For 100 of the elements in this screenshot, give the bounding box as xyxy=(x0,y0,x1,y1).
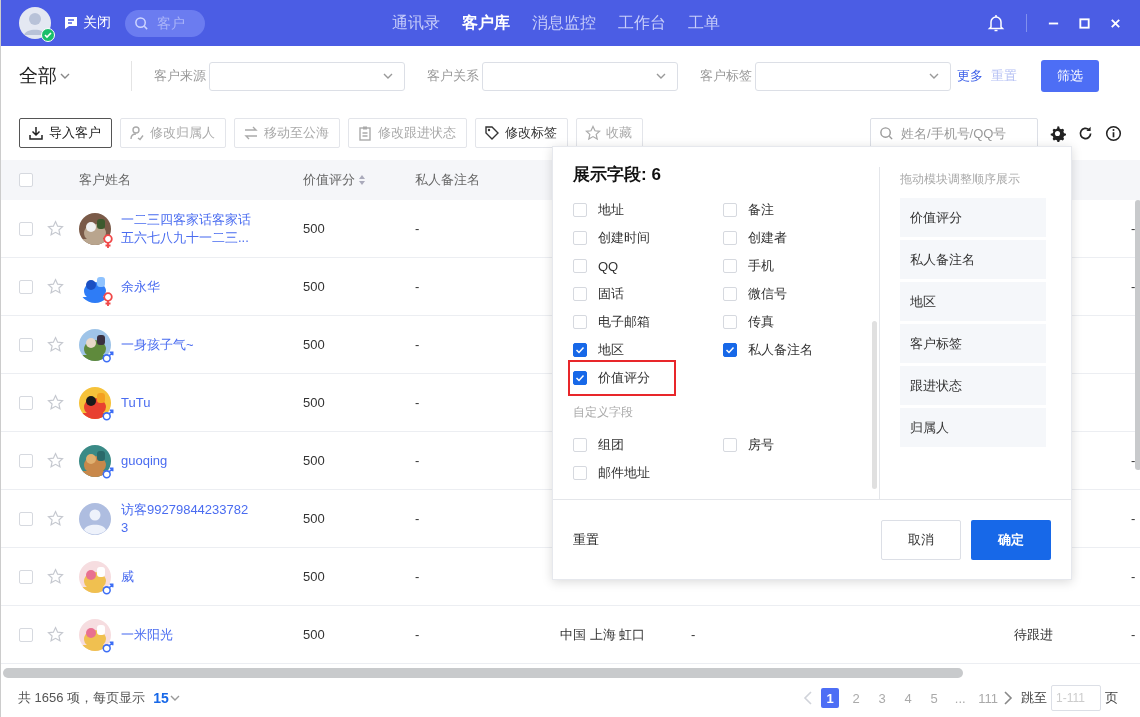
checkbox[interactable] xyxy=(573,343,587,357)
filter-select[interactable] xyxy=(755,61,951,91)
table-cell: 待跟进 xyxy=(1014,625,1053,644)
settings-icon[interactable] xyxy=(1049,124,1066,142)
sort-icon[interactable] xyxy=(358,174,366,186)
checkbox[interactable] xyxy=(723,343,737,357)
nav-tab[interactable]: 客户库 xyxy=(451,12,521,34)
option-label: 创建者 xyxy=(748,229,787,247)
option-label: 地区 xyxy=(598,341,624,359)
swap-icon xyxy=(243,125,259,141)
maximize-icon[interactable] xyxy=(1078,16,1091,30)
checkbox[interactable] xyxy=(573,371,587,385)
star-icon[interactable] xyxy=(47,626,64,643)
option-label: 微信号 xyxy=(748,285,787,303)
field-option[interactable]: 备注 xyxy=(723,200,778,220)
table-cell: 500 xyxy=(303,627,325,642)
filter-select[interactable] xyxy=(209,61,405,91)
star-icon[interactable] xyxy=(47,568,64,585)
close-button[interactable]: 关闭 xyxy=(63,14,111,32)
close-icon[interactable] xyxy=(1109,16,1122,30)
order-item[interactable]: 地区 xyxy=(900,282,1046,321)
scrollbar-thumb[interactable] xyxy=(1135,200,1140,470)
scrollbar-thumb[interactable] xyxy=(872,321,877,489)
customer-name[interactable]: 一身孩子气~ xyxy=(121,325,253,364)
table-cell: - xyxy=(1131,279,1136,294)
nav-tab[interactable]: 工作台 xyxy=(607,12,677,34)
order-item[interactable]: 价值评分 xyxy=(900,198,1046,237)
field-option[interactable]: 固话 xyxy=(573,284,628,304)
field-option[interactable]: 私人备注名 xyxy=(723,340,817,360)
total-count: 共 1656 项，每页显示 xyxy=(18,689,146,707)
more-link[interactable]: 更多 xyxy=(957,67,983,85)
option-label: 创建时间 xyxy=(598,229,650,247)
customer-name[interactable]: guoqing xyxy=(121,441,253,480)
order-item[interactable]: 私人备注名 xyxy=(900,240,1046,279)
cancel-button[interactable]: 取消 xyxy=(881,519,961,560)
field-option[interactable]: 微信号 xyxy=(723,284,791,304)
star-icon[interactable] xyxy=(47,510,64,527)
table-cell: 中国 上海 虹口 xyxy=(560,625,646,644)
order-item[interactable]: 客户标签 xyxy=(900,324,1046,363)
table-cell: 500 xyxy=(303,279,325,294)
table-cell: 500 xyxy=(303,337,325,352)
male-icon xyxy=(102,639,114,654)
table-cell: 500 xyxy=(303,453,325,468)
customer-name[interactable]: 一米阳光 xyxy=(121,615,253,654)
scrollbar-thumb[interactable] xyxy=(3,668,963,678)
option-label: QQ xyxy=(598,258,619,274)
order-item[interactable]: 跟进状态 xyxy=(900,366,1046,405)
table-cell: 500 xyxy=(303,511,325,526)
customer-name[interactable]: 一二三四客家话客家话五六七八九十一二三... xyxy=(121,200,253,257)
bell-icon[interactable] xyxy=(986,13,1006,33)
field-option[interactable]: 房号 xyxy=(723,435,778,455)
table-cell: 500 xyxy=(303,569,325,584)
star-icon[interactable] xyxy=(47,336,64,353)
refresh-icon[interactable] xyxy=(1077,124,1094,142)
star-icon[interactable] xyxy=(47,220,64,237)
next-page-icon[interactable] xyxy=(1003,690,1013,706)
customer-name[interactable]: TuTu xyxy=(121,383,253,422)
panel-title: 展示字段: 6 xyxy=(573,164,662,186)
customer-name[interactable]: 威 xyxy=(121,557,253,596)
field-option[interactable]: 邮件地址 xyxy=(573,463,654,483)
search-field[interactable]: 客户 xyxy=(125,9,205,37)
star-icon[interactable] xyxy=(47,278,64,295)
reset-link[interactable]: 重置 xyxy=(573,530,599,549)
customer-name[interactable]: 余永华 xyxy=(121,267,253,306)
field-option[interactable]: 地址 xyxy=(573,200,628,220)
search-field[interactable]: 姓名/手机号/QQ号 xyxy=(870,118,1038,148)
field-option[interactable]: 创建者 xyxy=(723,228,791,248)
option-label: 电子邮箱 xyxy=(598,313,650,331)
table-cell: - xyxy=(1131,511,1136,526)
customer-name[interactable]: 访客992798442337823 xyxy=(121,490,253,547)
check-icon xyxy=(574,372,586,384)
previous-page-icon[interactable] xyxy=(803,690,814,706)
female-icon xyxy=(102,291,114,306)
field-option[interactable]: 创建时间 xyxy=(573,228,654,248)
order-item[interactable]: 归属人 xyxy=(900,408,1046,447)
confirm-button[interactable]: 确定 xyxy=(971,519,1051,560)
star-icon[interactable] xyxy=(47,452,64,469)
nav-tab[interactable]: 消息监控 xyxy=(521,12,607,34)
avatar-icon[interactable] xyxy=(19,7,51,39)
star-icon[interactable] xyxy=(47,394,64,411)
field-option[interactable]: 价值评分 xyxy=(570,362,674,394)
action-button[interactable]: 导入客户 xyxy=(19,118,112,148)
column-header[interactable]: 价值评分 xyxy=(303,171,355,189)
field-option[interactable]: 传真 xyxy=(723,312,778,332)
filter-button[interactable]: 筛选 xyxy=(1041,60,1099,92)
scope-dropdown[interactable]: 全部 xyxy=(19,63,131,89)
field-option[interactable]: QQ xyxy=(573,256,623,276)
field-option[interactable]: 组团 xyxy=(573,435,628,455)
nav-tab[interactable]: 工单 xyxy=(677,12,731,34)
filter-select[interactable] xyxy=(482,61,678,91)
option-label: 备注 xyxy=(748,201,774,219)
page-size-dropdown[interactable]: 15 xyxy=(153,690,181,706)
info-icon[interactable] xyxy=(1105,124,1122,142)
table-cell: - xyxy=(415,569,420,584)
nav-tab[interactable]: 通讯录 xyxy=(381,12,451,34)
table-cell: - xyxy=(415,337,420,352)
field-option[interactable]: 手机 xyxy=(723,256,778,276)
field-option[interactable]: 地区 xyxy=(573,340,628,360)
page-button[interactable]: 1 xyxy=(821,688,840,708)
field-option[interactable]: 电子邮箱 xyxy=(573,312,654,332)
